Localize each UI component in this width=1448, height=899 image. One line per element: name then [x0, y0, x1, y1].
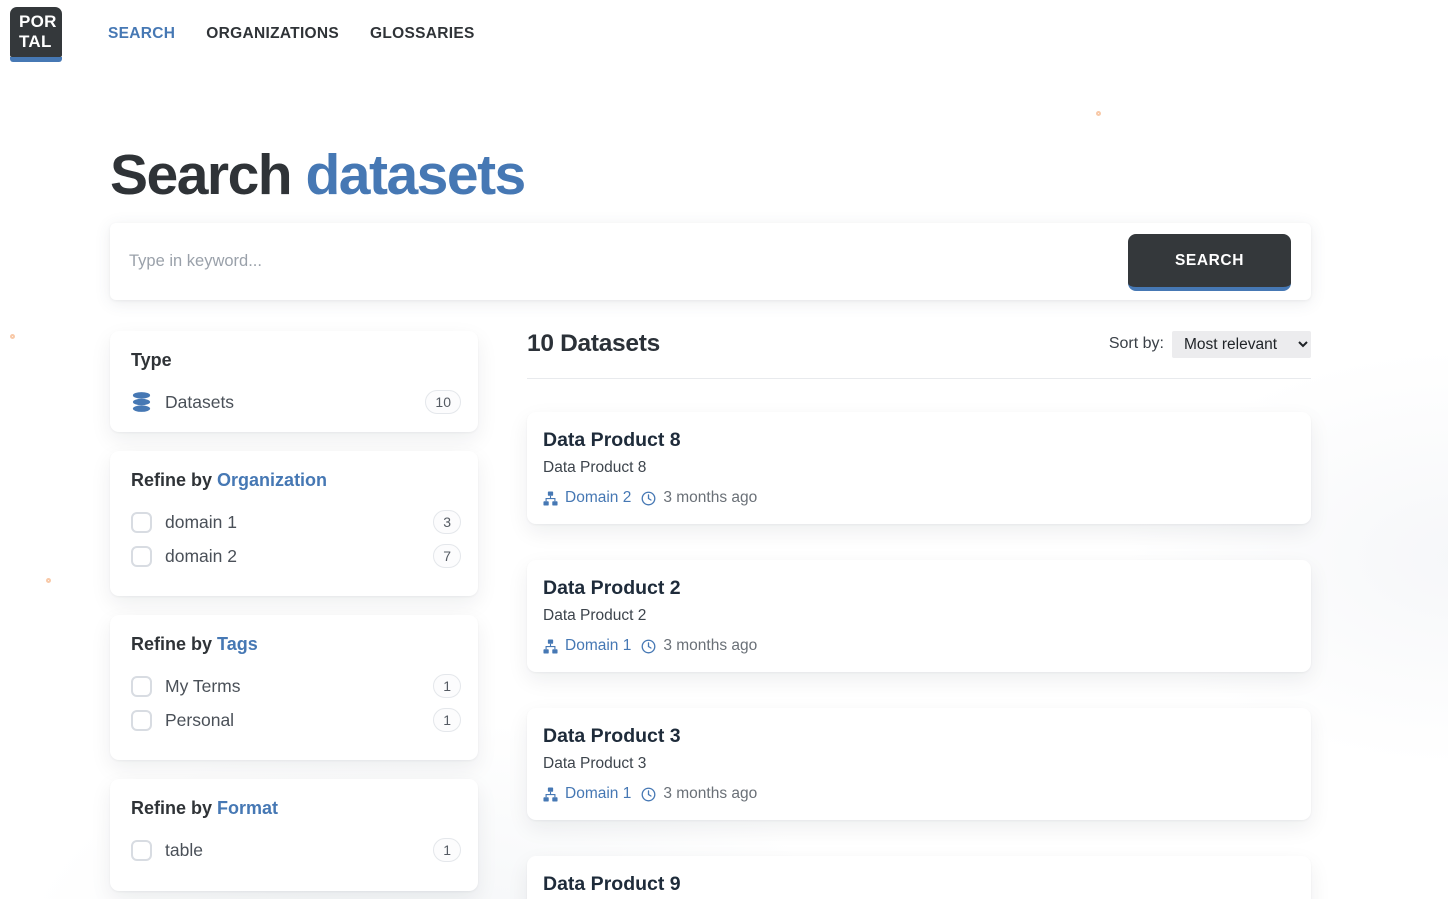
result-domain-label: Domain 2 [565, 489, 631, 507]
result-card-data-product-3[interactable]: Data Product 3 Data Product 3 Domain 1 [527, 708, 1311, 820]
filter-count-badge: 1 [433, 708, 461, 732]
organization-highlight: Organization [217, 470, 327, 490]
filters-sidebar: Type Datasets 10 Refine by Organization … [110, 331, 478, 891]
filter-count-badge: 3 [433, 510, 461, 534]
tags-highlight: Tags [217, 634, 258, 654]
filter-option-my-terms[interactable]: My Terms 1 [131, 669, 461, 703]
result-domain[interactable]: Domain 1 [543, 785, 631, 803]
result-domain-label: Domain 1 [565, 637, 631, 655]
result-updated-label: 3 months ago [663, 489, 757, 507]
search-button[interactable]: SEARCH [1128, 234, 1291, 291]
refine-by-label: Refine by [131, 470, 212, 490]
clock-icon [641, 639, 656, 654]
page-title-highlight: datasets [305, 143, 524, 207]
search-input[interactable] [110, 223, 1090, 300]
result-meta: Domain 1 3 months ago [543, 785, 1291, 803]
search-panel: SEARCH [110, 223, 1311, 300]
filter-option-domain-2[interactable]: domain 2 7 [131, 539, 461, 573]
logo-accent-underline [10, 57, 62, 62]
nav-organizations[interactable]: ORGANIZATIONS [206, 25, 339, 43]
result-domain[interactable]: Domain 1 [543, 637, 631, 655]
decorative-dot [10, 334, 15, 339]
sitemap-icon [543, 491, 558, 506]
result-title[interactable]: Data Product 8 [543, 429, 1291, 452]
nav-search[interactable]: SEARCH [108, 25, 175, 43]
result-subtitle: Data Product 2 [543, 607, 1291, 625]
results-count-heading: 10 Datasets [527, 330, 660, 358]
result-title[interactable]: Data Product 9 [543, 873, 1291, 896]
logo-line-1: POR [19, 12, 62, 32]
filter-option-label: Personal [165, 710, 433, 731]
result-card-data-product-8[interactable]: Data Product 8 Data Product 8 Domain 2 [527, 412, 1311, 524]
type-row-datasets[interactable]: Datasets 10 [131, 385, 461, 419]
clock-icon [641, 787, 656, 802]
result-updated-label: 3 months ago [663, 637, 757, 655]
refine-by-label: Refine by [131, 798, 212, 818]
result-updated-label: 3 months ago [663, 785, 757, 803]
nav-glossaries[interactable]: GLOSSARIES [370, 25, 475, 43]
format-card-title: Refine by Format [131, 798, 461, 819]
page: POR TAL SEARCH ORGANIZATIONS GLOSSARIES … [0, 0, 1448, 899]
organization-card-title: Refine by Organization [131, 470, 461, 491]
filter-option-personal[interactable]: Personal 1 [131, 703, 461, 737]
database-icon [131, 391, 152, 413]
filter-count-badge: 7 [433, 544, 461, 568]
personal-checkbox[interactable] [131, 710, 152, 731]
result-domain[interactable]: Domain 2 [543, 489, 631, 507]
filter-count-badge: 1 [433, 838, 461, 862]
domain-1-checkbox[interactable] [131, 512, 152, 533]
filter-option-table[interactable]: table 1 [131, 833, 461, 867]
format-highlight: Format [217, 798, 278, 818]
main-nav: SEARCH ORGANIZATIONS GLOSSARIES [108, 0, 475, 68]
sort-select[interactable]: Most relevant [1172, 331, 1311, 358]
result-title[interactable]: Data Product 2 [543, 577, 1291, 600]
type-label: Datasets [165, 392, 425, 413]
result-meta: Domain 1 3 months ago [543, 637, 1291, 655]
results-list: Data Product 8 Data Product 8 Domain 2 [527, 412, 1311, 899]
result-updated: 3 months ago [641, 785, 757, 803]
result-subtitle: Data Product 8 [543, 459, 1291, 477]
results-divider [527, 378, 1311, 379]
clock-icon [641, 491, 656, 506]
result-domain-label: Domain 1 [565, 785, 631, 803]
filter-option-domain-1[interactable]: domain 1 3 [131, 505, 461, 539]
result-card-data-product-2[interactable]: Data Product 2 Data Product 2 Domain 1 [527, 560, 1311, 672]
filter-option-label: domain 1 [165, 512, 433, 533]
tags-card-title: Refine by Tags [131, 634, 461, 655]
decorative-dot [1096, 111, 1101, 116]
decorative-dot [46, 578, 51, 583]
type-count-badge: 10 [425, 390, 461, 414]
filter-count-badge: 1 [433, 674, 461, 698]
tags-filter-card: Refine by Tags My Terms 1 Personal 1 [110, 615, 478, 760]
filter-option-label: My Terms [165, 676, 433, 697]
result-meta: Domain 2 3 months ago [543, 489, 1291, 507]
results-area: 10 Datasets Sort by: Most relevant Data … [527, 330, 1311, 899]
portal-logo-box: POR TAL [10, 7, 62, 57]
refine-by-label: Refine by [131, 634, 212, 654]
results-header: 10 Datasets Sort by: Most relevant [527, 330, 1311, 358]
my-terms-checkbox[interactable] [131, 676, 152, 697]
sitemap-icon [543, 787, 558, 802]
result-card-data-product-9[interactable]: Data Product 9 [527, 856, 1311, 899]
type-filter-card: Type Datasets 10 [110, 331, 478, 432]
filter-option-label: domain 2 [165, 546, 433, 567]
table-checkbox[interactable] [131, 840, 152, 861]
result-updated: 3 months ago [641, 489, 757, 507]
organization-filter-card: Refine by Organization domain 1 3 domain… [110, 451, 478, 596]
result-subtitle: Data Product 3 [543, 755, 1291, 773]
page-title: Search datasets [110, 142, 525, 208]
result-title[interactable]: Data Product 3 [543, 725, 1291, 748]
sort-by-label: Sort by: [1109, 335, 1164, 353]
type-card-title: Type [131, 350, 461, 371]
logo-line-2: TAL [19, 32, 62, 52]
result-updated: 3 months ago [641, 637, 757, 655]
portal-logo[interactable]: POR TAL [10, 7, 62, 62]
filter-option-label: table [165, 840, 433, 861]
domain-2-checkbox[interactable] [131, 546, 152, 567]
sort-control: Sort by: Most relevant [1109, 331, 1311, 358]
page-title-prefix: Search [110, 143, 291, 207]
sitemap-icon [543, 639, 558, 654]
format-filter-card: Refine by Format table 1 [110, 779, 478, 891]
